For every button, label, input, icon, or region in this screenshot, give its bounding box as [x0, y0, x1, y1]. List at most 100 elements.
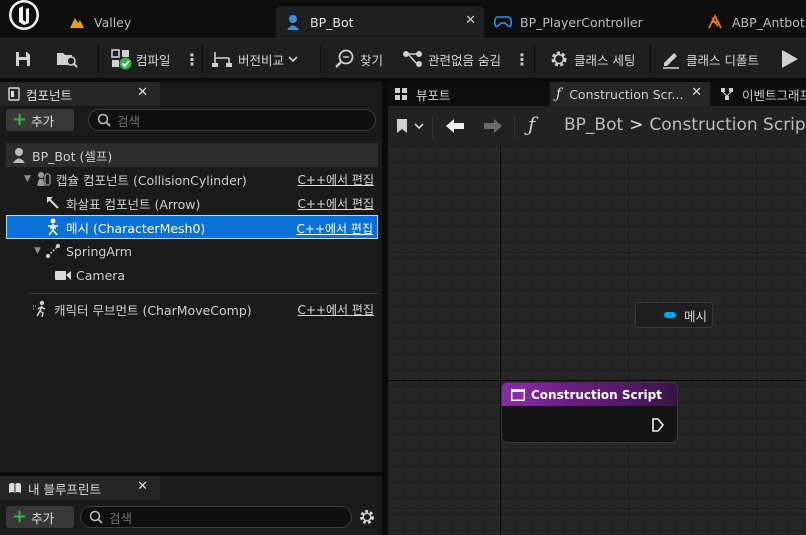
chevron-down-icon	[414, 123, 424, 130]
hide-unrelated-label: 관련없음 숨김	[428, 52, 501, 68]
edit-in-cpp-link[interactable]: C++에서 편집	[297, 220, 373, 237]
spring-arm-icon	[44, 242, 62, 260]
bookmark-icon	[397, 119, 407, 133]
compile-success-icon	[110, 48, 132, 70]
breadcrumb-root[interactable]: BP_Bot	[564, 115, 623, 135]
diff-label: 버전비교	[238, 52, 285, 68]
event-graph-icon	[720, 87, 734, 101]
tab-valley[interactable]: Valley	[68, 6, 268, 38]
compile-button[interactable]: 컴파일	[110, 39, 171, 79]
bookmark-button[interactable]	[396, 118, 424, 134]
tab-construction-script[interactable]: ƒ Construction Scr... ✕	[550, 82, 710, 106]
edit-in-cpp-link[interactable]: C++에서 편집	[298, 301, 374, 318]
compile-options-button[interactable]: ⋮	[184, 39, 200, 79]
toolbar-divider	[650, 45, 651, 73]
breadcrumb-divider	[432, 116, 433, 138]
my-blueprint-panel: 내 블루프린트 ✕ + 추가 검색	[0, 476, 382, 535]
blueprint-search-input[interactable]: 검색	[80, 506, 352, 528]
construction-script-entry-node[interactable]: Construction Script	[501, 382, 678, 443]
breadcrumb: BP_Bot > Construction Script	[564, 115, 806, 135]
toolbar-divider	[98, 45, 99, 73]
search-placeholder: 검색	[117, 113, 141, 129]
tab-label: Valley	[94, 14, 132, 30]
class-defaults-button[interactable]: 클래스 디폴트	[660, 39, 759, 79]
object-pin-icon[interactable]	[664, 312, 676, 318]
toolbar-divider	[202, 45, 203, 73]
gear-icon	[548, 48, 570, 70]
add-member-button[interactable]: + 추가	[6, 506, 74, 528]
exec-output-pin-icon[interactable]	[651, 417, 665, 433]
tab-bp-bot[interactable]: BP_Bot ✕	[276, 6, 484, 38]
components-tab[interactable]: 컴포넌트 ✕	[0, 82, 160, 106]
tab-viewport[interactable]: 뷰포트	[388, 82, 548, 106]
find-button[interactable]: 찾기	[334, 39, 383, 79]
close-icon[interactable]: ✕	[691, 85, 702, 100]
play-button[interactable]	[778, 39, 806, 79]
close-icon[interactable]: ✕	[137, 85, 148, 100]
tree-item-camera[interactable]: Camera	[6, 263, 378, 287]
back-arrow-icon	[446, 119, 464, 133]
tab-abp-antbot[interactable]: ABP_Antbot	[706, 6, 806, 38]
node-graph-icon	[402, 48, 424, 70]
document-tab-bar: Valley BP_Bot ✕ BP_PlayerController ABP_…	[0, 0, 806, 38]
hide-unrelated-options-button[interactable]: ⋮	[514, 39, 530, 79]
unreal-logo-icon[interactable]	[2, 0, 46, 38]
tree-item-mesh[interactable]: 메시 (CharacterMesh0) C++에서 편집	[6, 215, 378, 239]
tree-item-label: 화살표 컴포넌트 (Arrow)	[66, 196, 201, 212]
browse-button[interactable]	[56, 39, 78, 79]
breadcrumb-divider	[514, 116, 515, 138]
grid-major-line	[756, 146, 757, 535]
main-toolbar: 컴파일 ⋮ 버전비교 찾기 관련없음 숨김 ⋮ 클래스 세팅 클래스 디폴트	[0, 38, 806, 78]
tree-item-arrow[interactable]: 화살표 컴포넌트 (Arrow) C++에서 편집	[6, 191, 378, 215]
class-settings-button[interactable]: 클래스 세팅	[548, 39, 635, 79]
mesh-variable-node[interactable]: 메시	[635, 302, 713, 328]
class-settings-label: 클래스 세팅	[574, 52, 636, 68]
tab-event-graph[interactable]: 이벤트그래프	[716, 82, 806, 106]
search-icon	[97, 113, 111, 127]
edit-in-cpp-link[interactable]: C++에서 편집	[298, 195, 374, 212]
expand-triangle-icon[interactable]: ▼	[34, 246, 44, 256]
plus-icon: +	[12, 506, 28, 527]
add-label: 추가	[31, 113, 55, 129]
graph-canvas[interactable]: 메시 Construction Script	[388, 146, 806, 535]
arrow-icon	[44, 194, 62, 212]
variable-node-label: 메시	[684, 308, 708, 324]
tree-item-movement[interactable]: 캐릭터 무브먼트 (CharMoveComp) C++에서 편집	[6, 297, 378, 321]
level-icon	[68, 13, 86, 31]
back-button[interactable]	[444, 117, 466, 135]
tree-divider	[28, 293, 378, 294]
tree-item-label: 캡슐 컴포넌트 (CollisionCylinder)	[56, 172, 247, 188]
camera-icon	[54, 266, 72, 284]
components-title: 컴포넌트	[26, 87, 73, 103]
tab-label: 이벤트그래프	[742, 87, 806, 103]
my-blueprint-tab[interactable]: 내 블루프린트 ✕	[0, 476, 160, 500]
anim-blueprint-icon	[706, 13, 724, 31]
edit-in-cpp-link[interactable]: C++에서 편집	[298, 171, 374, 188]
graph-origin-axis-vertical	[500, 146, 501, 535]
grid-major-line	[388, 508, 806, 509]
components-icon	[8, 87, 20, 101]
hide-unrelated-button[interactable]: 관련없음 숨김	[402, 39, 501, 79]
tree-item-springarm[interactable]: ▼ SpringArm	[6, 239, 378, 263]
function-entry-icon	[511, 388, 525, 401]
class-defaults-label: 클래스 디폴트	[686, 52, 759, 68]
tree-item-self[interactable]: BP_Bot (셀프)	[6, 143, 378, 167]
close-icon[interactable]: ✕	[465, 13, 476, 28]
grid-major-line	[388, 252, 806, 253]
add-component-button[interactable]: + 추가	[6, 109, 74, 131]
self-icon	[10, 146, 28, 164]
search-placeholder: 검색	[109, 510, 133, 526]
editor-tab-bar: 뷰포트 ƒ Construction Scr... ✕ 이벤트그래프	[388, 82, 806, 106]
forward-button[interactable]	[482, 117, 504, 135]
forward-arrow-icon	[484, 119, 502, 133]
component-search-input[interactable]: 검색	[88, 109, 376, 131]
viewport-icon	[394, 87, 408, 101]
close-icon[interactable]: ✕	[137, 479, 148, 494]
expand-triangle-icon[interactable]: ▼	[24, 174, 34, 184]
tree-item-capsule[interactable]: ▼ 캡슐 컴포넌트 (CollisionCylinder) C++에서 편집	[6, 167, 378, 191]
diff-button[interactable]: 버전비교	[212, 39, 298, 79]
save-button[interactable]	[12, 39, 34, 79]
tree-item-label: BP_Bot (셀프)	[32, 148, 113, 164]
tab-bp-playercontroller[interactable]: BP_PlayerController	[494, 6, 694, 38]
settings-gear-icon[interactable]	[358, 508, 376, 526]
